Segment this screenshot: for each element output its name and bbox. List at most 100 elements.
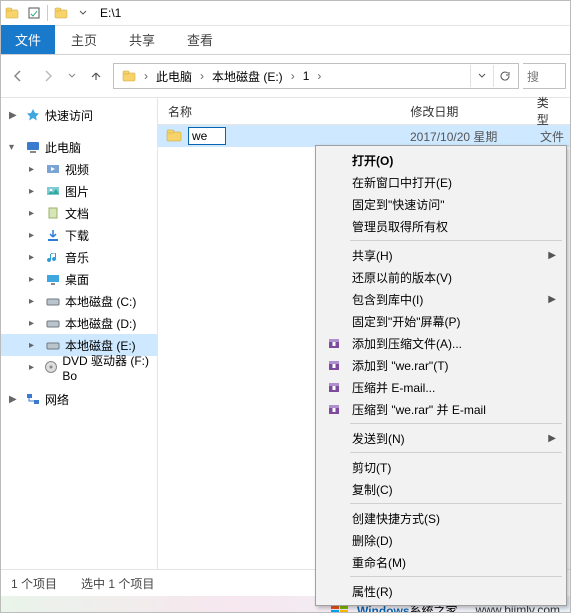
ctx-item[interactable]: 固定到"快速访问" bbox=[318, 193, 564, 215]
ctx-item[interactable]: 固定到"开始"屏幕(P) bbox=[318, 310, 564, 332]
crumb-this-pc[interactable]: 此电脑 bbox=[150, 66, 198, 87]
documents-icon bbox=[45, 205, 61, 221]
search-placeholder: 搜 bbox=[527, 68, 539, 85]
qat-properties-icon[interactable] bbox=[23, 7, 45, 19]
chevron-right-icon[interactable]: ▸ bbox=[29, 208, 41, 219]
tree-pictures[interactable]: ▸ 图片 bbox=[1, 180, 157, 202]
music-icon bbox=[45, 249, 61, 265]
disc-icon bbox=[44, 359, 58, 375]
chevron-right-icon[interactable]: › bbox=[144, 69, 148, 83]
chevron-right-icon[interactable]: ▸ bbox=[29, 340, 41, 351]
ctx-item[interactable]: 共享(H)▶ bbox=[318, 244, 564, 266]
address-bar[interactable]: › 此电脑 › 本地磁盘 (E:) › 1 › bbox=[113, 63, 519, 89]
tab-file[interactable]: 文件 bbox=[1, 25, 55, 54]
chevron-right-icon[interactable]: ▸ bbox=[29, 362, 40, 373]
ctx-item[interactable]: 删除(D) bbox=[318, 529, 564, 551]
chevron-right-icon[interactable]: ▶ bbox=[9, 394, 21, 405]
ctx-item[interactable]: 包含到库中(I)▶ bbox=[318, 288, 564, 310]
file-row[interactable]: we 2017/10/20 星期 文件 bbox=[158, 125, 570, 147]
ctx-item[interactable]: 压缩并 E-mail... bbox=[318, 376, 564, 398]
chevron-right-icon[interactable]: ▶ bbox=[9, 110, 21, 121]
ctx-item[interactable]: 重命名(M) bbox=[318, 551, 564, 573]
chevron-right-icon[interactable]: ▸ bbox=[29, 164, 41, 175]
tree-drive-c[interactable]: ▸ 本地磁盘 (C:) bbox=[1, 290, 157, 312]
archive-icon bbox=[326, 401, 342, 417]
crumb-folder-1[interactable]: 1 bbox=[297, 67, 316, 85]
refresh-icon[interactable] bbox=[493, 65, 516, 87]
nav-row: › 此电脑 › 本地磁盘 (E:) › 1 › 搜 bbox=[1, 55, 570, 98]
tree-music[interactable]: ▸ 音乐 bbox=[1, 246, 157, 268]
tree-label: 音乐 bbox=[65, 249, 89, 266]
tree-desktop[interactable]: ▸ 桌面 bbox=[1, 268, 157, 290]
ctx-item[interactable]: 属性(R) bbox=[318, 580, 564, 602]
tree-quick-access[interactable]: ▶ 快速访问 bbox=[1, 104, 157, 126]
monitor-icon bbox=[25, 139, 41, 155]
ctx-item[interactable]: 压缩到 "we.rar" 并 E-mail bbox=[318, 398, 564, 420]
downloads-icon bbox=[45, 227, 61, 243]
search-input[interactable]: 搜 bbox=[523, 63, 566, 89]
chevron-right-icon[interactable]: ▸ bbox=[29, 318, 41, 329]
ctx-item[interactable]: 剪切(T) bbox=[318, 456, 564, 478]
chevron-right-icon: ▶ bbox=[548, 433, 556, 444]
column-name[interactable]: 名称 bbox=[158, 103, 400, 120]
tree-documents[interactable]: ▸ 文档 bbox=[1, 202, 157, 224]
network-icon bbox=[25, 391, 41, 407]
nav-up-button[interactable] bbox=[83, 63, 109, 89]
file-rename-input[interactable]: we bbox=[188, 127, 226, 145]
explorer-window: E:\1 文件 主页 共享 查看 › 此电脑 › 本地磁盘 (E:) › bbox=[0, 0, 571, 613]
chevron-down-icon[interactable]: ▾ bbox=[9, 142, 21, 153]
tree-videos[interactable]: ▸ 视频 bbox=[1, 158, 157, 180]
archive-icon bbox=[326, 379, 342, 395]
nav-history-dropdown[interactable] bbox=[65, 63, 79, 89]
tree-dvd-drive[interactable]: ▸ DVD 驱动器 (F:) Bo bbox=[1, 356, 157, 378]
tree-label: 网络 bbox=[45, 391, 69, 408]
drive-icon bbox=[45, 293, 61, 309]
nav-back-button[interactable] bbox=[5, 63, 31, 89]
folder-app-icon bbox=[1, 6, 23, 20]
chevron-right-icon[interactable]: ▸ bbox=[29, 296, 41, 307]
tree-label: 本地磁盘 (C:) bbox=[65, 293, 136, 310]
ctx-item[interactable]: 复制(C) bbox=[318, 478, 564, 500]
column-date[interactable]: 修改日期 bbox=[400, 103, 526, 120]
tree-drive-d[interactable]: ▸ 本地磁盘 (D:) bbox=[1, 312, 157, 334]
ctx-item[interactable]: 发送到(N)▶ bbox=[318, 427, 564, 449]
chevron-right-icon[interactable]: ▸ bbox=[29, 252, 41, 263]
drive-icon bbox=[45, 337, 61, 353]
chevron-right-icon[interactable]: › bbox=[200, 69, 204, 83]
drive-icon bbox=[45, 315, 61, 331]
tree-downloads[interactable]: ▸ 下载 bbox=[1, 224, 157, 246]
chevron-right-icon[interactable]: › bbox=[291, 69, 295, 83]
chevron-right-icon[interactable]: › bbox=[317, 69, 321, 83]
nav-forward-button[interactable] bbox=[35, 63, 61, 89]
chevron-right-icon[interactable]: ▸ bbox=[29, 230, 41, 241]
tab-view[interactable]: 查看 bbox=[171, 25, 229, 54]
tree-this-pc[interactable]: ▾ 此电脑 bbox=[1, 136, 157, 158]
tree-label: 此电脑 bbox=[45, 139, 81, 156]
file-date: 2017/10/20 星期 bbox=[410, 128, 540, 145]
ctx-item[interactable]: 还原以前的版本(V) bbox=[318, 266, 564, 288]
ctx-item[interactable]: 打开(O) bbox=[318, 149, 564, 171]
crumb-drive-e[interactable]: 本地磁盘 (E:) bbox=[206, 66, 289, 87]
tree-network[interactable]: ▶ 网络 bbox=[1, 388, 157, 410]
ctx-item[interactable]: 添加到压缩文件(A)... bbox=[318, 332, 564, 354]
tree-label: 视频 bbox=[65, 161, 89, 178]
address-dropdown-icon[interactable] bbox=[470, 65, 493, 87]
column-type[interactable]: 类型 bbox=[527, 94, 570, 128]
ctx-item[interactable]: 管理员取得所有权 bbox=[318, 215, 564, 237]
qat-separator bbox=[47, 5, 48, 21]
ctx-item[interactable]: 创建快捷方式(S) bbox=[318, 507, 564, 529]
chevron-right-icon: ▶ bbox=[548, 250, 556, 261]
tab-home[interactable]: 主页 bbox=[55, 25, 113, 54]
ctx-item[interactable]: 添加到 "we.rar"(T) bbox=[318, 354, 564, 376]
chevron-right-icon[interactable]: ▸ bbox=[29, 186, 41, 197]
tab-share[interactable]: 共享 bbox=[113, 25, 171, 54]
chevron-right-icon[interactable]: ▸ bbox=[29, 274, 41, 285]
tree-label: 桌面 bbox=[65, 271, 89, 288]
qat-dropdown-icon[interactable] bbox=[72, 9, 94, 17]
star-icon bbox=[25, 107, 41, 123]
titlebar: E:\1 bbox=[1, 1, 570, 26]
file-type: 文件 bbox=[540, 128, 570, 145]
window-title: E:\1 bbox=[100, 6, 121, 20]
ctx-item[interactable]: 在新窗口中打开(E) bbox=[318, 171, 564, 193]
ribbon-tabs: 文件 主页 共享 查看 bbox=[1, 26, 570, 55]
